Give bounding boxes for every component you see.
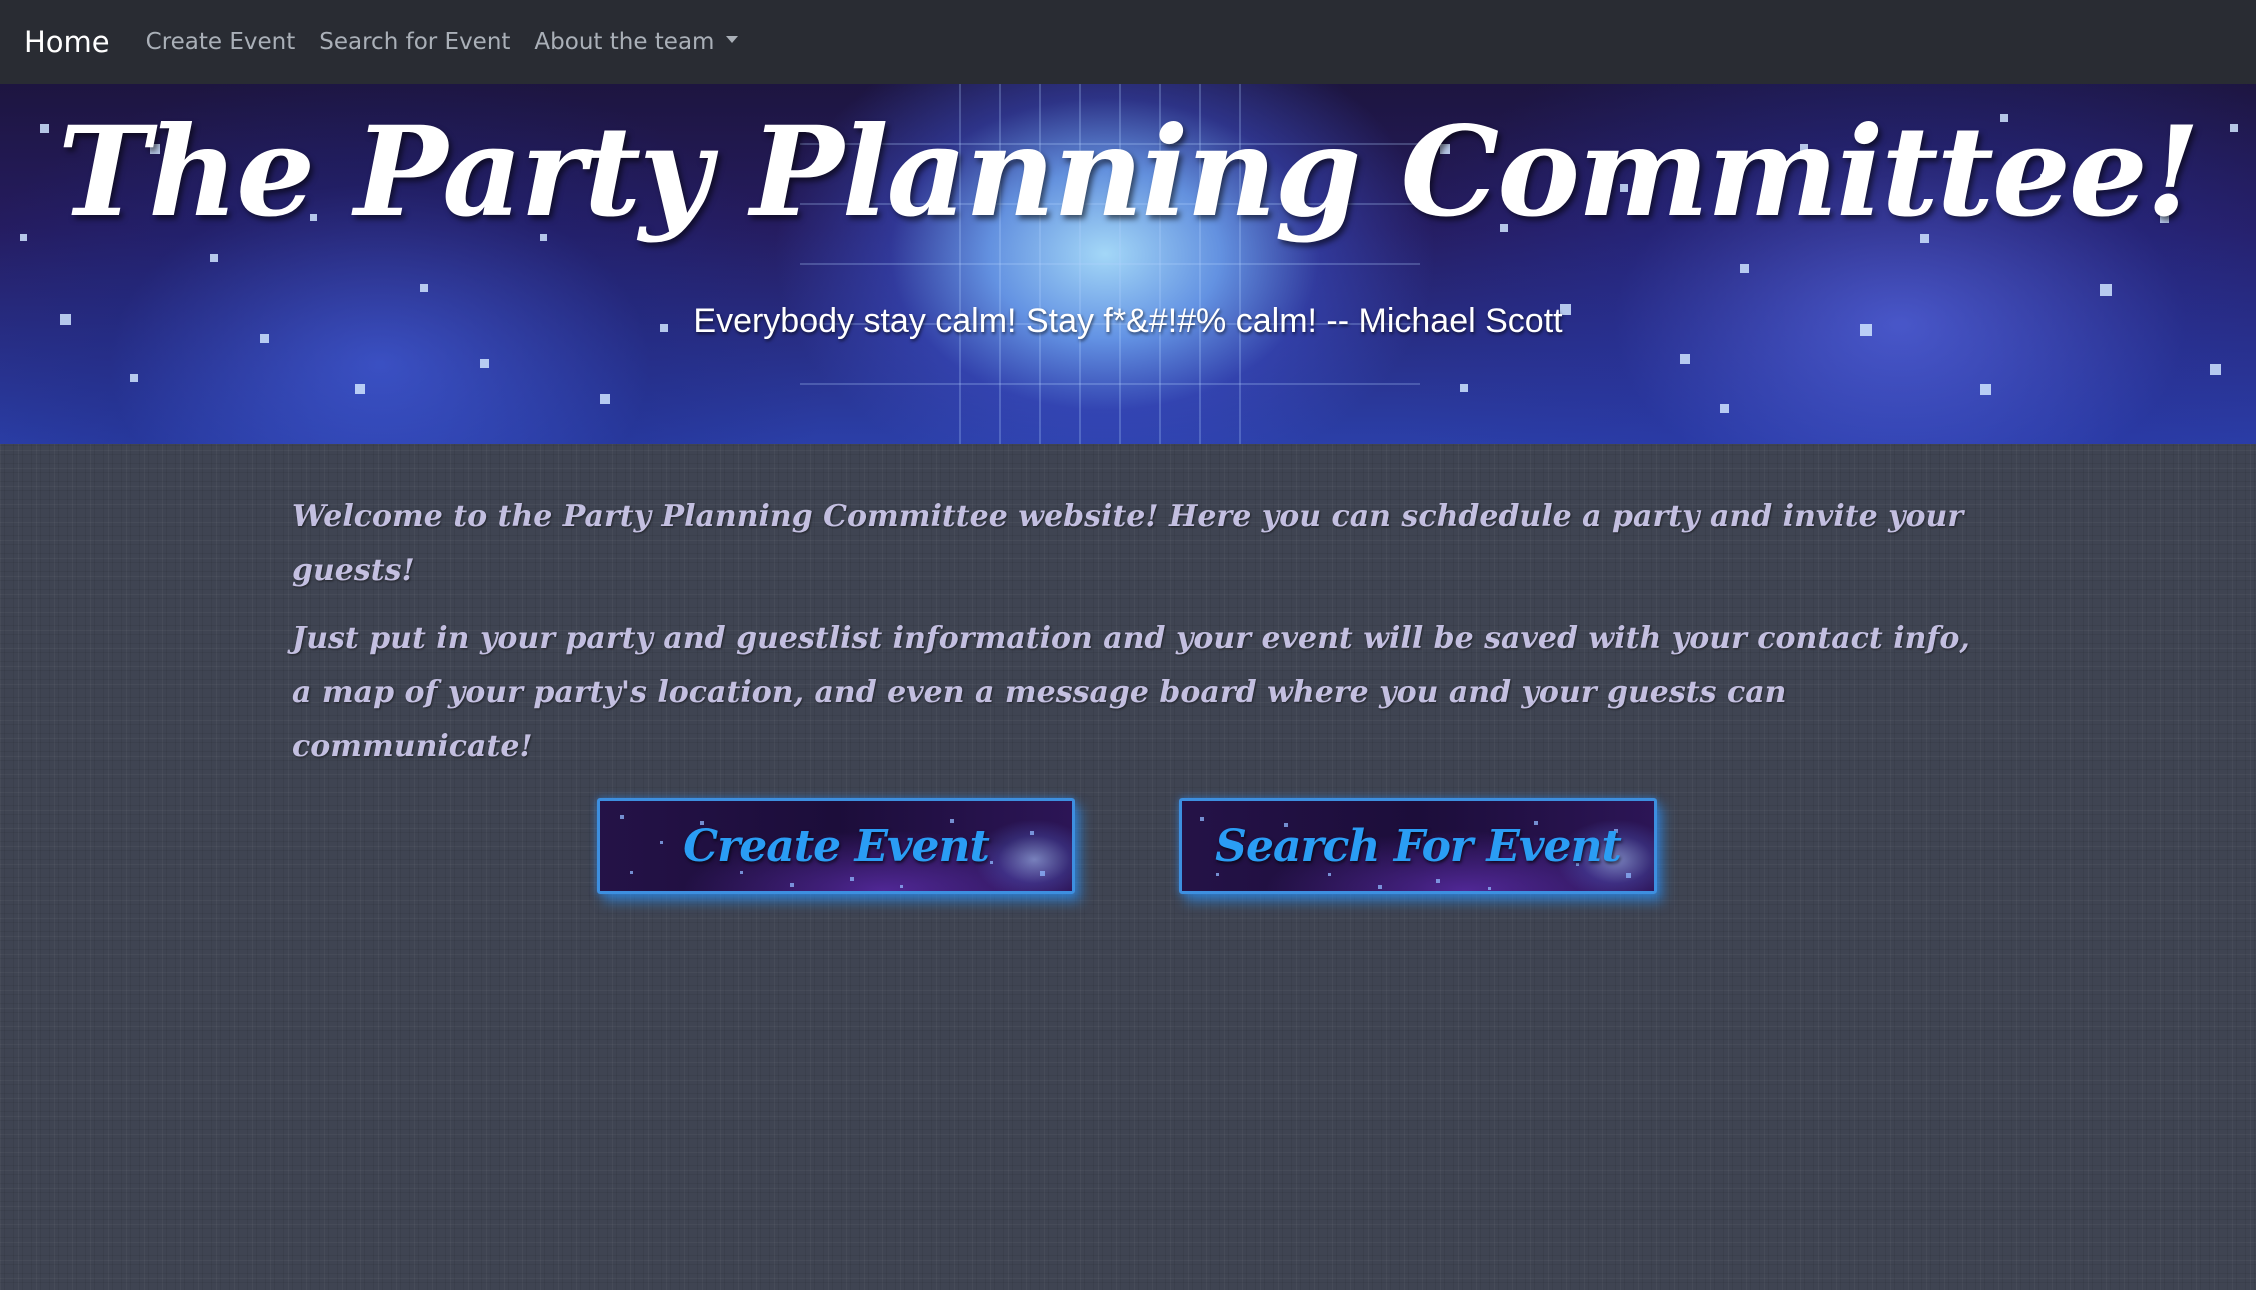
search-event-button-label: Search For Event bbox=[1215, 820, 1622, 872]
navbar: Home Create Event Search for Event About… bbox=[0, 0, 2256, 84]
search-event-button[interactable]: Search For Event bbox=[1179, 798, 1657, 894]
intro-paragraph-welcome: Welcome to the Party Planning Committee … bbox=[292, 499, 1964, 588]
nav-search-event-link[interactable]: Search for Event bbox=[319, 29, 510, 55]
create-event-button[interactable]: Create Event bbox=[597, 798, 1075, 894]
intro-section: Welcome to the Party Planning Committee … bbox=[292, 490, 1972, 788]
create-event-button-label: Create Event bbox=[683, 820, 990, 872]
site-title: The Party Planning Committee! bbox=[57, 100, 2200, 245]
nav-about-team-dropdown[interactable]: About the team bbox=[534, 29, 739, 55]
nav-about-team-label: About the team bbox=[534, 29, 715, 55]
caret-down-icon bbox=[726, 36, 739, 43]
hero-quote: Everybody stay calm! Stay f*&#!#% calm! … bbox=[693, 302, 1563, 340]
nav-home-link[interactable]: Home bbox=[24, 25, 110, 59]
hero-banner: The Party Planning Committee! Everybody … bbox=[0, 84, 2256, 444]
intro-paragraph-details: Just put in your party and guestlist inf… bbox=[292, 621, 1970, 764]
nav-create-event-link[interactable]: Create Event bbox=[146, 29, 296, 55]
